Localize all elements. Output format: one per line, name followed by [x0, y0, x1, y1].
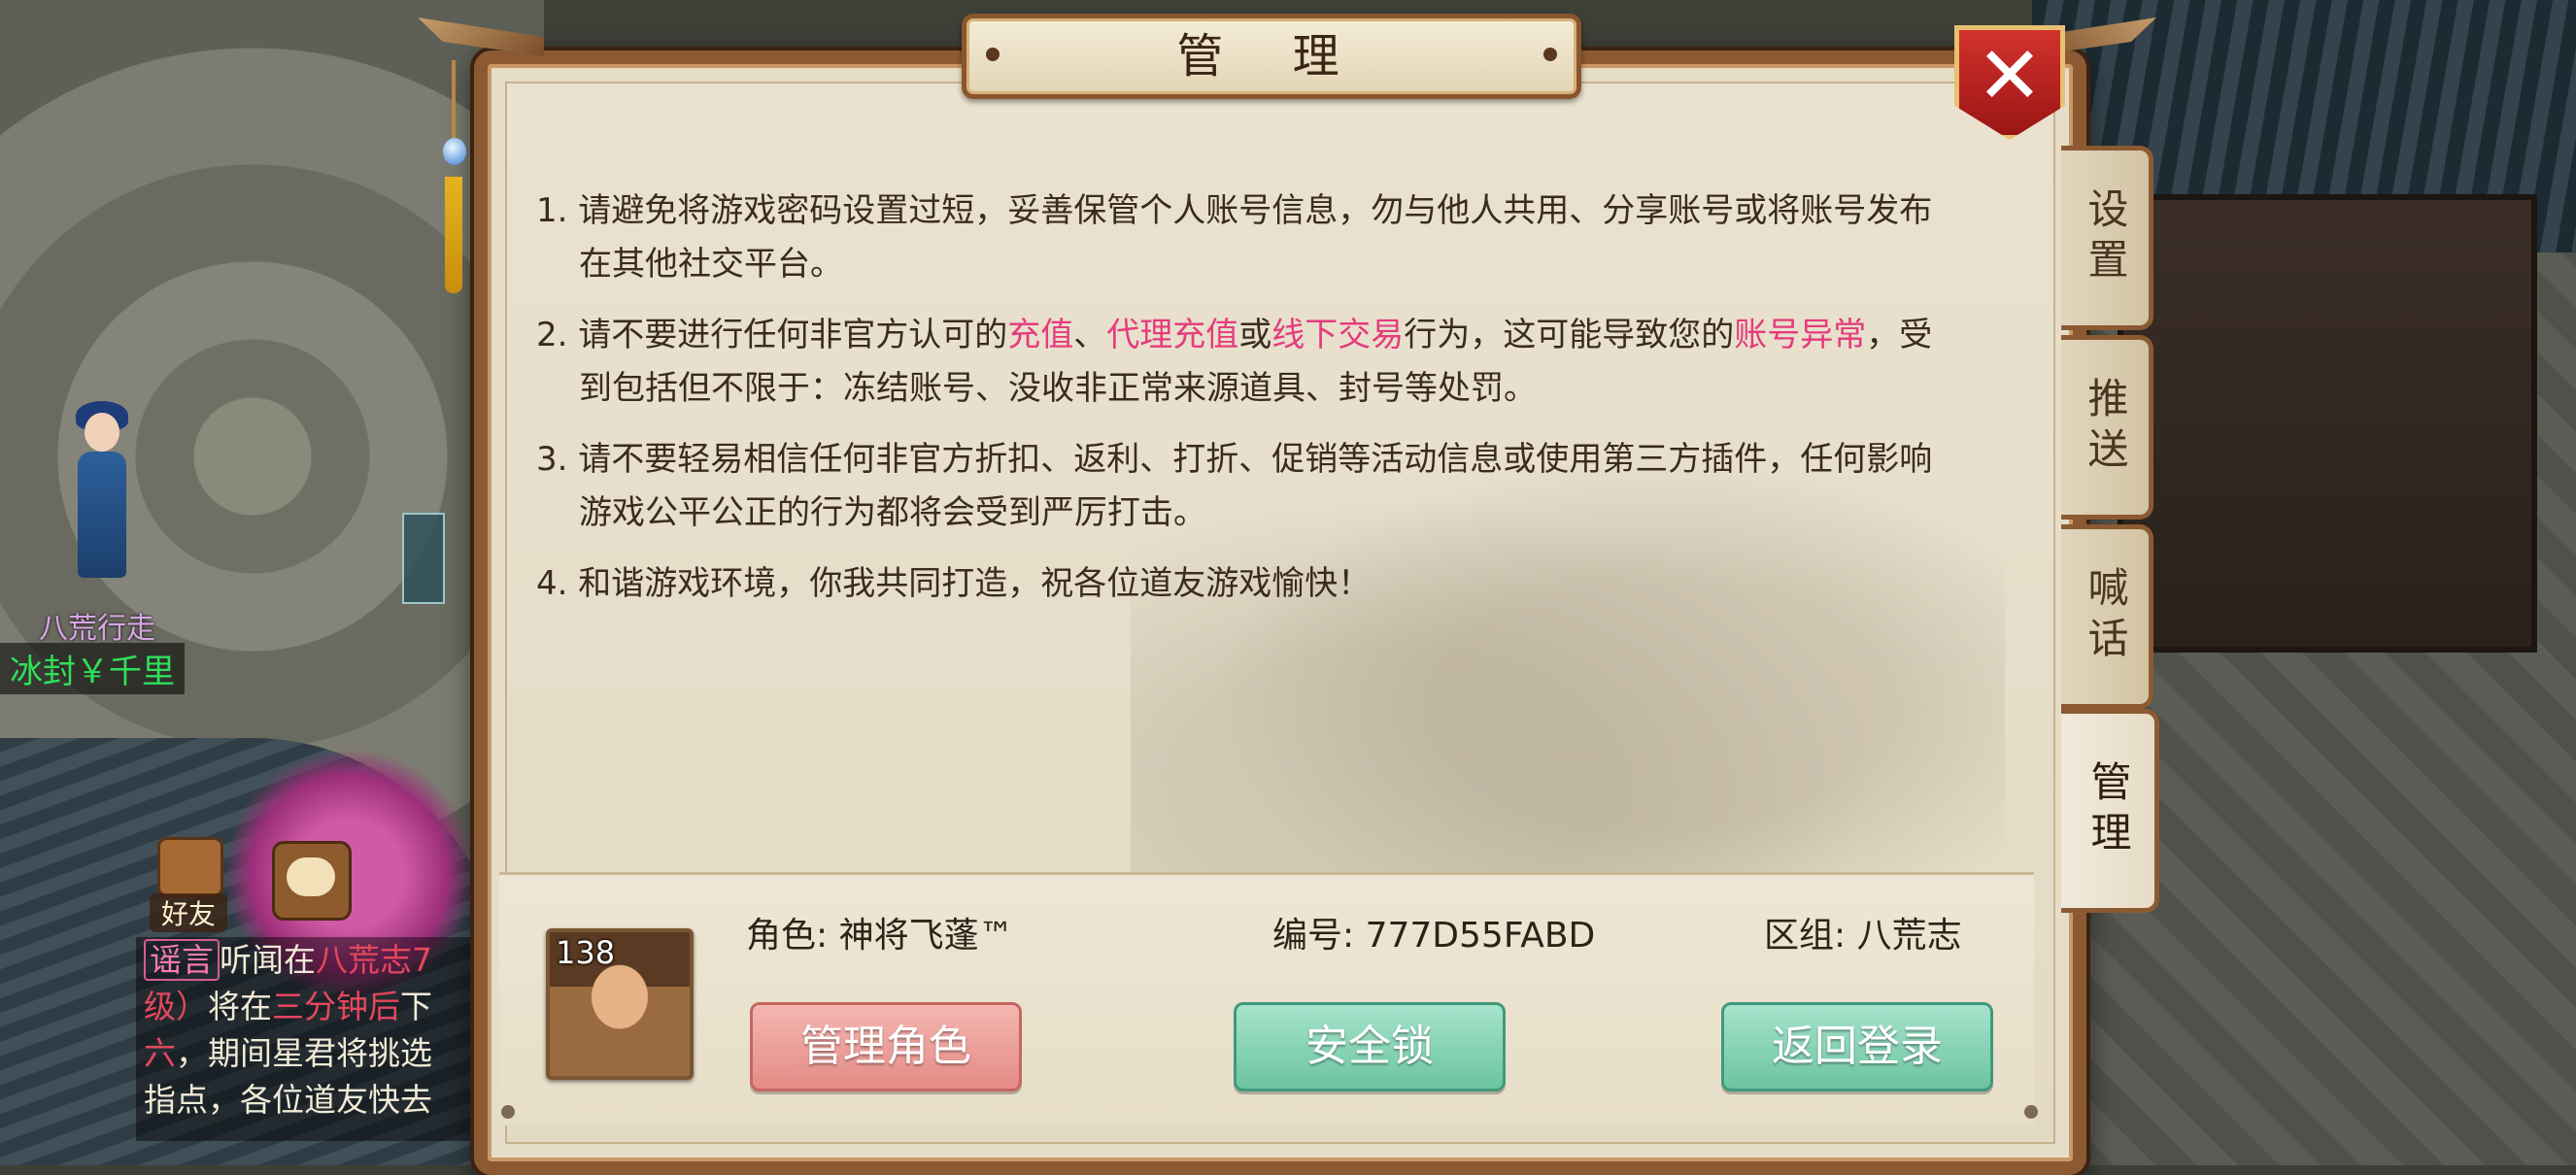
tab-settings[interactable]: 设置 [2061, 146, 2153, 330]
notice-highlight: 代理充值 [1106, 316, 1239, 354]
notice-item: 3. 请不要轻易相信任何非官方折扣、返利、打折、促销等活动信息或使用第三方插件，… [536, 433, 1954, 540]
notice-highlight: 线下交易 [1271, 316, 1405, 354]
notice-number: 1. [536, 191, 579, 230]
player-level: 138 [556, 934, 616, 971]
notice-highlight: 充值 [1007, 316, 1074, 354]
dialog-title: 管 理 [962, 14, 1581, 99]
npc-character[interactable] [68, 384, 136, 588]
tab-management[interactable]: 管理 [2061, 709, 2159, 913]
notice-item: 4. 和谐游戏环境，你我共同打造，祝各位道友游戏愉快！ [536, 557, 1954, 611]
friend-button[interactable]: 好友 [144, 837, 231, 932]
frame-bolt [501, 1105, 515, 1119]
notice-item: 1. 请避免将游戏密码设置过短，妥善保管个人账号信息，勿与他人共用、分享账号或将… [536, 185, 1954, 291]
friend-label: 好友 [150, 893, 227, 932]
player-avatar[interactable]: 138 [546, 928, 694, 1080]
notice-item: 2. 请不要进行任何非官方认可的充值、代理充值或线下交易行为，这可能导致您的账号… [536, 309, 1954, 416]
notice-text: 行为，这可能导致您的 [1404, 316, 1735, 354]
handshake-icon [157, 837, 223, 897]
chat-log[interactable]: 谣言 听闻在八荒志7 级）将在三分钟后下 六，期间星君将挑选 指点，各位道友快去 [136, 937, 487, 1141]
wooden-building [2118, 194, 2537, 653]
notice-number: 3. [536, 440, 579, 479]
chat-bubble-icon[interactable] [272, 841, 352, 921]
notice-text: 或 [1238, 316, 1272, 354]
security-lock-button[interactable]: 安全锁 [1234, 1002, 1506, 1091]
notice-text: 和谐游戏环境，你我共同打造，祝各位道友游戏愉快！ [578, 564, 1372, 603]
server-zone: 区组: 八荒志 [1764, 916, 1962, 956]
notice-number: 4. [536, 564, 579, 603]
notice-text: 请不要进行任何非官方认可的 [578, 316, 1008, 354]
notice-text: 、 [1073, 316, 1107, 354]
npc-title: 冰封￥千里 [0, 643, 185, 694]
tab-push[interactable]: 推送 [2061, 335, 2153, 520]
hanging-charm-ornament [439, 60, 468, 303]
tab-shout[interactable]: 喊话 [2061, 524, 2153, 709]
back-to-login-button[interactable]: 返回登录 [1721, 1002, 1993, 1091]
chat-tag: 谣言 [144, 939, 220, 981]
npc-name: 八荒行走 [39, 612, 155, 646]
notice-text: 请避免将游戏密码设置过短，妥善保管个人账号信息，勿与他人共用、分享账号或将账号发… [578, 191, 1933, 284]
notice-list: 1. 请避免将游戏密码设置过短，妥善保管个人账号信息，勿与他人共用、分享账号或将… [536, 185, 1954, 628]
side-chat-tab[interactable] [402, 513, 445, 604]
role-name: 角色: 神将飞蓬™ [746, 916, 1014, 956]
frame-bolt [2024, 1105, 2038, 1119]
manage-role-button[interactable]: 管理角色 [750, 1002, 1022, 1091]
notice-text: 请不要轻易相信任何非官方折扣、返利、打折、促销等活动信息或使用第三方插件，任何影… [578, 440, 1933, 532]
notice-number: 2. [536, 316, 579, 354]
notice-highlight: 账号异常 [1734, 316, 1867, 354]
player-id: 编号: 777D55FABD [1272, 916, 1596, 956]
